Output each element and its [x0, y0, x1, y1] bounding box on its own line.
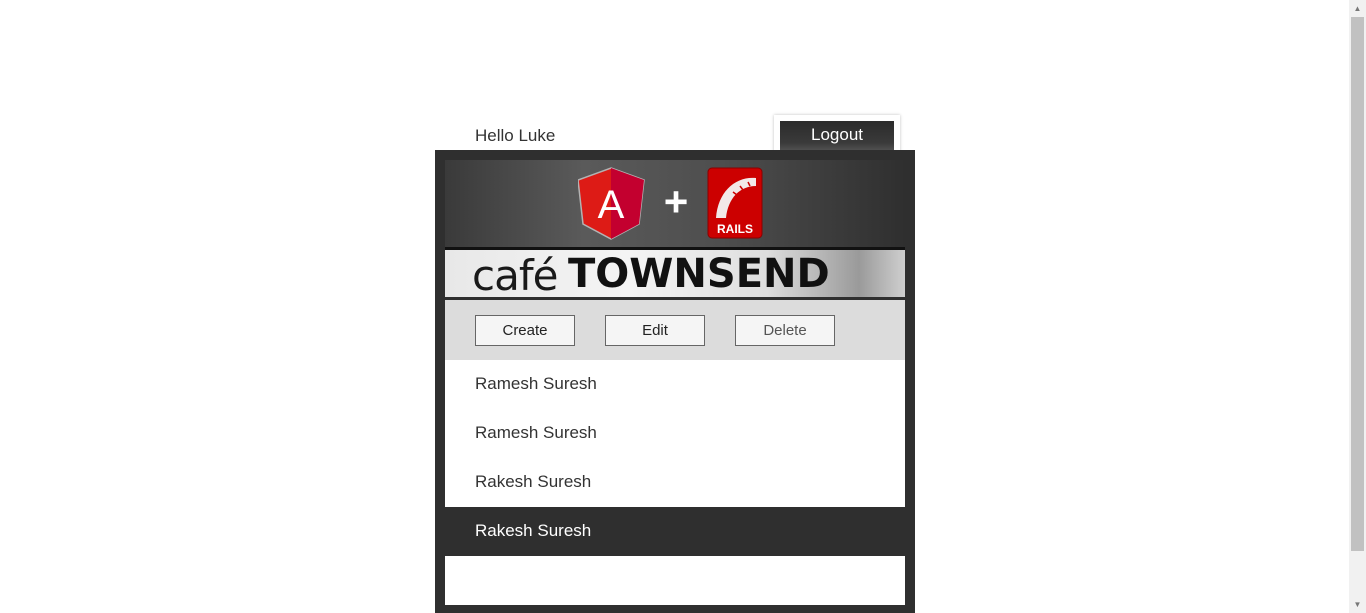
- list-item-selected[interactable]: Rakesh Suresh: [445, 507, 905, 556]
- employee-name: Rakesh Suresh: [475, 521, 592, 540]
- list-item[interactable]: Rakesh Suresh: [445, 458, 905, 507]
- create-button[interactable]: Create: [475, 315, 575, 346]
- action-toolbar: Create Edit Delete: [445, 300, 905, 360]
- employee-list: Ramesh Suresh Ramesh Suresh Rakesh Sures…: [445, 360, 905, 605]
- list-item[interactable]: Ramesh Suresh: [445, 409, 905, 458]
- scroll-down-icon[interactable]: ▼: [1349, 596, 1366, 613]
- rails-logo-text: RAILS: [717, 222, 753, 236]
- angular-logo-icon: A: [578, 167, 645, 240]
- employee-name: Ramesh Suresh: [475, 423, 597, 442]
- angular-logo-letter: A: [598, 183, 625, 227]
- list-item[interactable]: Ramesh Suresh: [445, 360, 905, 409]
- scroll-up-icon[interactable]: ▲: [1349, 0, 1366, 17]
- delete-button[interactable]: Delete: [735, 315, 835, 346]
- scrollbar-thumb[interactable]: [1351, 17, 1364, 551]
- page-scrollbar[interactable]: ▲ ▼: [1349, 0, 1366, 613]
- employee-name: Ramesh Suresh: [475, 374, 597, 393]
- app-frame: A + RAILS café TOWNSEND Create Edit Dele…: [435, 150, 915, 613]
- logout-button[interactable]: Logout: [780, 121, 894, 152]
- cafe-townsend-wordmark: café TOWNSEND: [445, 250, 905, 297]
- header-banner: A + RAILS: [445, 160, 905, 247]
- edit-button[interactable]: Edit: [605, 315, 705, 346]
- wordmark-townsend: TOWNSEND: [568, 251, 830, 297]
- wordmark-cafe: café: [472, 251, 558, 297]
- greeting-text: Hello Luke: [475, 126, 556, 145]
- rails-logo-icon: RAILS: [707, 167, 763, 239]
- logout-container: Logout: [774, 115, 900, 152]
- plus-sign: +: [664, 178, 689, 225]
- framework-logos: A + RAILS: [578, 167, 763, 240]
- employee-name: Rakesh Suresh: [475, 472, 592, 491]
